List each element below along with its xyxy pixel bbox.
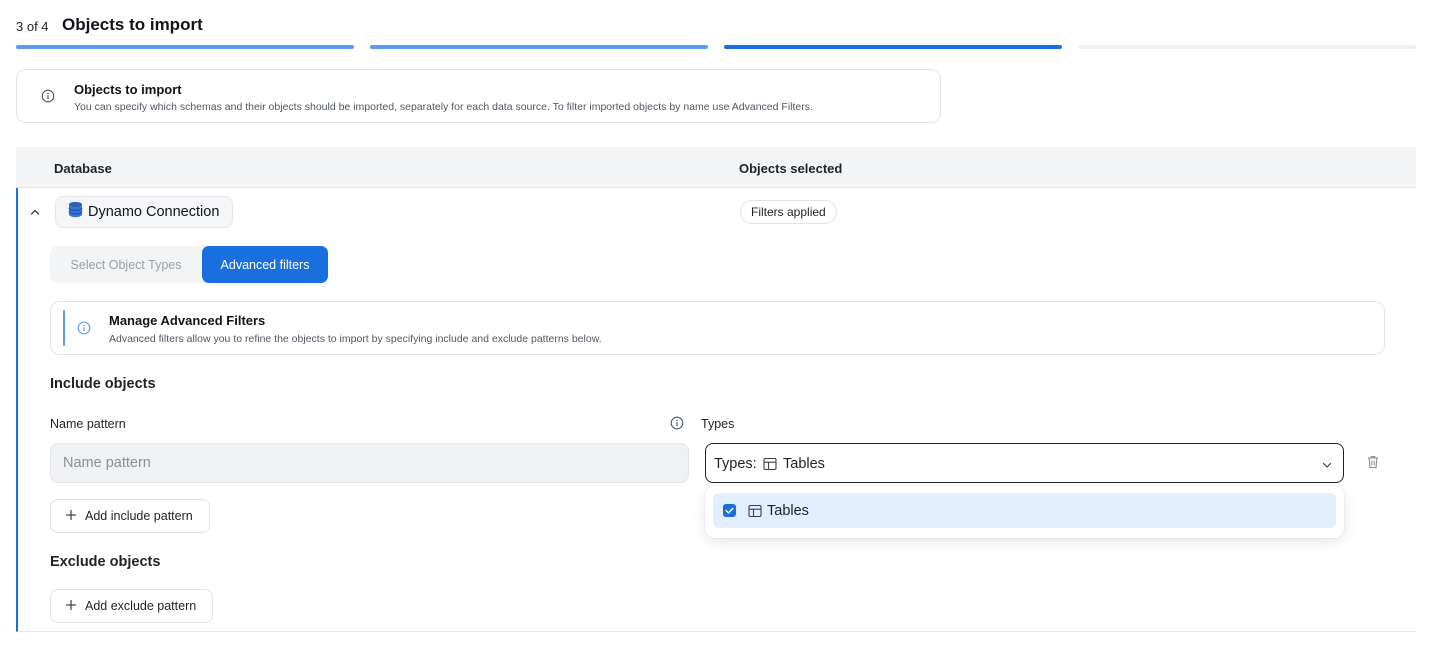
- plus-icon: [65, 509, 77, 524]
- info-circle-icon: [41, 89, 55, 108]
- step-counter: 3 of 4: [16, 19, 49, 34]
- table-grid-icon: [748, 504, 762, 523]
- database-row-expanded: Dynamo Connection Filters applied Select…: [16, 188, 1416, 632]
- page-title: Objects to import: [62, 15, 203, 34]
- checkbox-checked[interactable]: [723, 504, 736, 517]
- name-pattern-label: Name pattern: [50, 417, 126, 431]
- types-select-prefix: Types:: [714, 456, 757, 472]
- chevron-down-icon: [1321, 458, 1333, 476]
- advanced-card-description: Advanced filters allow you to refine the…: [109, 333, 602, 345]
- column-header-database: Database: [54, 161, 112, 176]
- advanced-card-title: Manage Advanced Filters: [109, 313, 266, 328]
- info-circle-icon[interactable]: [670, 416, 684, 435]
- plus-icon: [65, 599, 77, 614]
- check-icon: [725, 507, 734, 514]
- table-header: Database Objects selected: [16, 147, 1416, 188]
- info-card-description: You can specify which schemas and their …: [74, 101, 813, 113]
- trash-icon[interactable]: [1367, 455, 1379, 474]
- filter-mode-tabs: Select Object Types Advanced filters: [50, 246, 328, 283]
- chevron-up-icon[interactable]: [28, 205, 42, 219]
- types-select[interactable]: Types: Tables: [705, 443, 1344, 483]
- progress-step-4: [1078, 45, 1416, 49]
- tab-select-object-types[interactable]: Select Object Types: [50, 246, 202, 283]
- types-label: Types: [701, 417, 735, 431]
- types-dropdown-menu: Tables: [705, 486, 1344, 538]
- progress-step-1: [16, 45, 354, 49]
- include-objects-title: Include objects: [50, 376, 156, 392]
- info-card-title: Objects to import: [74, 82, 182, 97]
- connection-chip[interactable]: Dynamo Connection: [55, 196, 234, 228]
- info-circle-icon: [77, 321, 91, 340]
- table-grid-icon: [763, 457, 777, 476]
- step-progress-bar: [16, 45, 1416, 49]
- types-select-value: Tables: [783, 456, 825, 472]
- dropdown-option-label: Tables: [767, 503, 809, 519]
- add-exclude-pattern-button[interactable]: Add exclude pattern: [50, 589, 213, 623]
- filters-applied-badge: Filters applied: [740, 200, 837, 224]
- add-include-label: Add include pattern: [85, 509, 193, 523]
- progress-step-2: [370, 45, 708, 49]
- name-pattern-input[interactable]: [50, 443, 689, 483]
- info-card-accent-bar: [63, 310, 65, 346]
- add-include-pattern-button[interactable]: Add include pattern: [50, 499, 210, 533]
- dropdown-option-tables[interactable]: Tables: [713, 493, 1336, 528]
- exclude-objects-title: Exclude objects: [50, 554, 161, 570]
- column-header-objects-selected: Objects selected: [739, 161, 843, 176]
- tab-advanced-filters[interactable]: Advanced filters: [202, 246, 328, 283]
- advanced-filters-info-card: Manage Advanced Filters Advanced filters…: [50, 301, 1385, 355]
- progress-step-3: [724, 45, 1062, 49]
- connection-name: Dynamo Connection: [88, 204, 220, 220]
- add-exclude-label: Add exclude pattern: [85, 599, 197, 613]
- objects-info-card: Objects to import You can specify which …: [16, 69, 941, 123]
- database-icon: [68, 201, 83, 223]
